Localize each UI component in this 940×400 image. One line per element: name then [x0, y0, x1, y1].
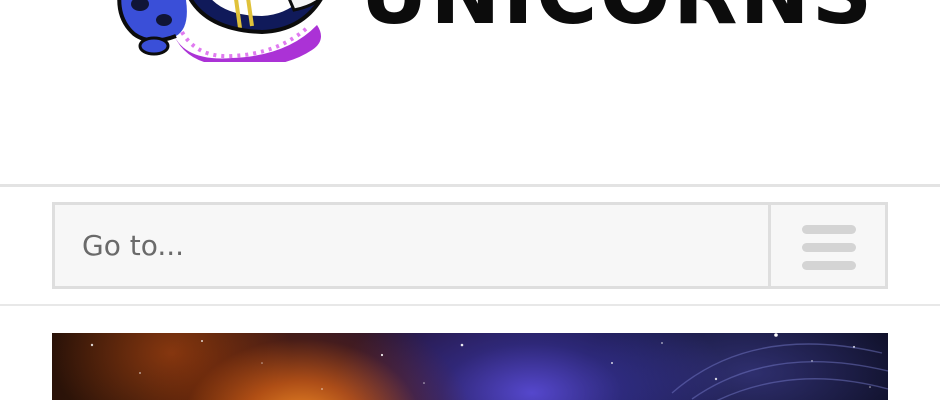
- site-header: UNICORNS: [0, 0, 940, 185]
- unicorn-mascot-logo[interactable]: [112, 0, 352, 62]
- hamburger-menu-icon: [802, 224, 856, 270]
- hamburger-line: [802, 261, 856, 270]
- hamburger-line: [802, 243, 856, 252]
- nav-goto-select[interactable]: Go to...: [52, 202, 888, 289]
- starfield-decoration: [90, 333, 888, 400]
- menu-toggle-button[interactable]: [768, 205, 885, 286]
- hamburger-line: [802, 225, 856, 234]
- space-galaxy-banner-image: [52, 333, 888, 400]
- nav-goto-label: Go to...: [82, 229, 185, 262]
- page: UNICORNS Go to...: [0, 0, 940, 400]
- site-logo-wordmark[interactable]: UNICORNS: [360, 0, 874, 36]
